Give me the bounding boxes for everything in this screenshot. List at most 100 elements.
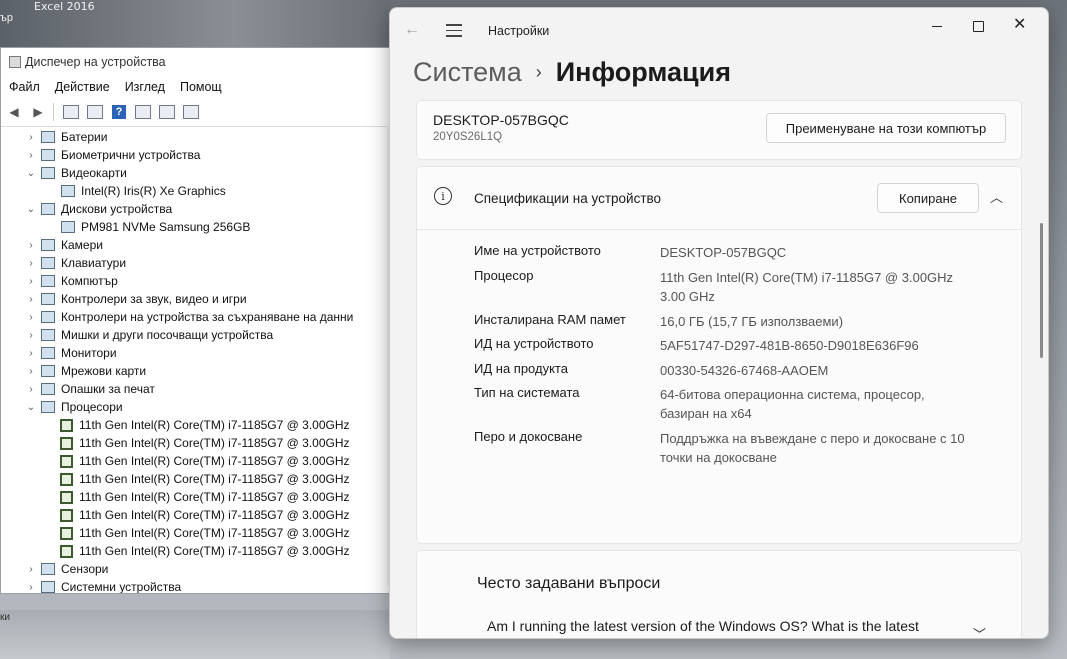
chevron-down-icon[interactable]: ﹀ [973,624,986,638]
settings-titlebar[interactable]: ← Настройки ✕ [390,8,1048,54]
tree-item-label: Биометрични устройства [61,148,201,162]
chevron-right-icon[interactable]: › [25,348,37,359]
tree-item[interactable]: › Сензори [1,560,393,578]
help-icon[interactable]: ? [110,103,128,121]
tree-item[interactable]: ⌄ Видеокарти [1,164,393,182]
tree-item[interactable]: ⌄ Процесори [1,398,393,416]
forward-arrow-icon[interactable]: ▶ [29,103,47,121]
close-icon[interactable]: ✕ [1013,14,1026,34]
tree-item-label: 11th Gen Intel(R) Core(TM) i7-1185G7 @ 3… [79,526,350,540]
chevron-down-icon[interactable]: ⌄ [25,402,37,413]
tree-item[interactable]: › Контролери за звук, видео и игри [1,290,393,308]
monitor-icon[interactable] [182,103,200,121]
tree-item[interactable]: › Монитори [1,344,393,362]
menu-action[interactable]: Действие [55,80,110,94]
device-specs-card: i Спецификации на устройство Копиране ︿ … [416,166,1023,544]
tree-item[interactable]: › Компютър [1,272,393,290]
menu-file[interactable]: Файл [9,80,40,94]
tree-item[interactable]: › Клавиатури [1,254,393,272]
device-specs-header[interactable]: i Спецификации на устройство Копиране ︿ [417,167,1023,230]
chevron-right-icon[interactable]: › [25,384,37,395]
tree-item[interactable]: › Камери [1,236,393,254]
device-category-icon [41,239,55,251]
tree-item[interactable]: ›PM981 NVMe Samsung 256GB [1,218,393,236]
device-category-icon [41,257,55,269]
device-manager-toolbar: ◀ ▶ ? [1,98,393,127]
tree-item[interactable]: › Опашки за печат [1,380,393,398]
update-driver-icon[interactable] [86,103,104,121]
spec-label: ИД на устройството [474,336,594,351]
back-arrow-icon[interactable]: ← [404,21,420,39]
tree-item-label: Батерии [61,130,108,144]
device-category-icon [41,293,55,305]
tree-item[interactable]: › Системни устройства [1,578,393,593]
tree-item-label: Клавиатури [61,256,127,270]
tree-item[interactable]: › Мишки и други посочващи устройства [1,326,393,344]
device-manager-menubar: Файл Действие Изглед Помощ [1,76,393,98]
chevron-right-icon[interactable]: › [25,132,37,143]
tree-item[interactable]: › Батерии [1,128,393,146]
spec-value: 64-битова операционна система, процесор,… [660,387,925,421]
chevron-up-icon[interactable]: ︿ [990,187,1003,206]
tree-item[interactable]: ›11th Gen Intel(R) Core(TM) i7-1185G7 @ … [1,506,393,524]
tree-item[interactable]: › Контролери на устройства за съхраняване… [1,308,393,326]
tree-item[interactable]: ›11th Gen Intel(R) Core(TM) i7-1185G7 @ … [1,524,393,542]
tree-item[interactable]: ›11th Gen Intel(R) Core(TM) i7-1185G7 @ … [1,488,393,506]
breadcrumb-parent[interactable]: Система [413,57,522,88]
spec-value: Поддръжка на въвеждане с перо и докосван… [660,431,965,465]
chevron-right-icon[interactable]: › [25,150,37,161]
minimize-icon[interactable] [927,16,947,36]
tree-item[interactable]: › Мрежови карти [1,362,393,380]
device-category-icon [41,275,55,287]
tree-item-label: Мрежови карти [61,364,147,378]
tree-item-label: 11th Gen Intel(R) Core(TM) i7-1185G7 @ 3… [79,472,350,486]
chevron-right-icon[interactable]: › [25,240,37,251]
settings-scrollbar[interactable] [1040,223,1043,358]
spec-value: 00330-54326-67468-AAOEM [660,363,829,378]
menu-help[interactable]: Помощ [180,80,222,94]
maximize-icon[interactable] [968,16,988,36]
tree-item[interactable]: ›11th Gen Intel(R) Core(TM) i7-1185G7 @ … [1,434,393,452]
scan-hardware-icon[interactable] [158,103,176,121]
chevron-right-icon[interactable]: › [25,294,37,305]
chevron-right-icon[interactable]: › [25,582,37,593]
tree-item-label: 11th Gen Intel(R) Core(TM) i7-1185G7 @ 3… [79,418,350,432]
show-hidden-icon[interactable] [134,103,152,121]
processor-icon [60,508,73,522]
device-category-icon [41,131,55,143]
tree-item[interactable]: ⌄ Дискови устройства [1,200,393,218]
tree-item[interactable]: ›11th Gen Intel(R) Core(TM) i7-1185G7 @ … [1,452,393,470]
chevron-right-icon[interactable]: › [25,330,37,341]
chevron-down-icon[interactable]: ⌄ [25,168,37,179]
faq-question[interactable]: Am I running the latest version of the W… [487,616,957,638]
faq-card: Често задавани въпроси Am I running the … [416,550,1022,638]
device-manager-titlebar[interactable]: Диспечер на устройства [1,48,393,76]
tree-item-label: Сензори [61,562,109,576]
chevron-right-icon[interactable]: › [25,276,37,287]
background-window-bottom [0,610,390,659]
rename-pc-button[interactable]: Преименуване на този компютър [766,113,1006,143]
spec-label: Инсталирана RAM памет [474,312,626,327]
chevron-right-icon[interactable]: › [25,564,37,575]
device-category-icon [61,185,75,197]
tree-item[interactable]: › Биометрични устройства [1,146,393,164]
processor-icon [60,490,73,504]
chevron-down-icon[interactable]: ⌄ [25,204,37,215]
tree-item-label: 11th Gen Intel(R) Core(TM) i7-1185G7 @ 3… [79,508,350,522]
tree-item[interactable]: ›11th Gen Intel(R) Core(TM) i7-1185G7 @ … [1,542,393,560]
tree-item[interactable]: ›Intel(R) Iris(R) Xe Graphics [1,182,393,200]
properties-icon[interactable] [62,103,80,121]
menu-view[interactable]: Изглед [125,80,165,94]
chevron-right-icon[interactable]: › [25,258,37,269]
device-manager-app-icon [9,56,21,68]
tree-item[interactable]: ›11th Gen Intel(R) Core(TM) i7-1185G7 @ … [1,416,393,434]
hamburger-menu-icon[interactable] [446,24,462,41]
chevron-right-icon[interactable]: › [25,312,37,323]
tree-item[interactable]: ›11th Gen Intel(R) Core(TM) i7-1185G7 @ … [1,470,393,488]
tree-item-label: Камери [61,238,103,252]
chevron-right-icon[interactable]: › [25,366,37,377]
pc-name-card: DESKTOP-057BGQC 20Y0S26L1Q Преименуване … [416,100,1022,160]
copy-button[interactable]: Копиране [877,183,979,213]
device-category-icon [41,401,55,413]
back-arrow-icon[interactable]: ◀ [5,103,23,121]
